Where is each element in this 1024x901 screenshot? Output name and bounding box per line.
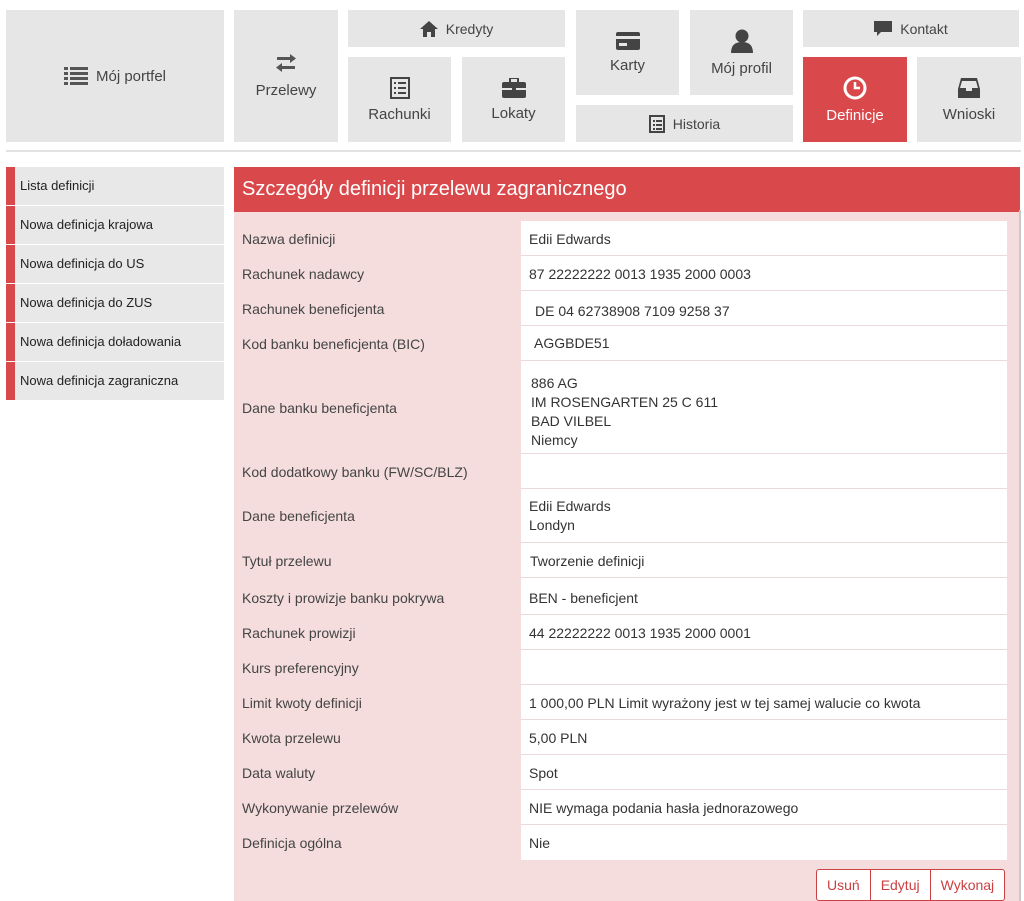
- nav-moj-profil-label: Mój profil: [711, 59, 772, 77]
- user-icon: [730, 29, 753, 53]
- detail-label: Nazwa definicji: [242, 231, 336, 247]
- detail-label: Kurs preferencyjny: [242, 660, 359, 676]
- inbox-tray-icon: [957, 77, 981, 99]
- detail-value: BEN - beneficjent: [521, 578, 1007, 615]
- detail-value: [521, 650, 1007, 685]
- detail-value: Tworzenie definicji: [521, 543, 1007, 578]
- briefcase-icon: [501, 77, 526, 98]
- detail-label: Tytuł przelewu: [242, 553, 332, 569]
- sidebar-item-nowa-definicja-do-zus[interactable]: Nowa definicja do ZUS: [6, 284, 224, 322]
- detail-row: Dane banku beneficjenta 886 AG IM ROSENG…: [234, 361, 1020, 454]
- detail-row: Limit kwoty definicji 1 000,00 PLN Limit…: [234, 685, 1020, 720]
- detail-row: Kod dodatkowy banku (FW/SC/BLZ): [234, 454, 1020, 489]
- nav-definicje[interactable]: Definicje: [803, 57, 907, 142]
- scrollbar[interactable]: [1019, 210, 1021, 901]
- detail-row: Dane beneficjenta Edii Edwards Londyn: [234, 489, 1020, 543]
- detail-value: [521, 454, 1007, 489]
- nav-historia[interactable]: Historia: [576, 105, 793, 142]
- detail-value: NIE wymaga podania hasła jednorazowego: [521, 790, 1007, 825]
- clock-icon: [843, 76, 867, 100]
- credit-card-icon: [615, 31, 640, 50]
- definition-details-panel: Szczegóły definicji przelewu zagraniczne…: [234, 167, 1020, 901]
- sidebar-item-nowa-definicja-krajowa[interactable]: Nowa definicja krajowa: [6, 206, 224, 244]
- delete-button[interactable]: Usuń: [816, 869, 871, 901]
- detail-row: Definicja ogólna Nie: [234, 825, 1020, 860]
- detail-row: Kwota przelewu 5,00 PLN: [234, 720, 1020, 755]
- panel-title: Szczegóły definicji przelewu zagraniczne…: [234, 167, 1020, 212]
- detail-row: Kurs preferencyjny: [234, 650, 1020, 685]
- transfer-arrows-icon: [275, 53, 297, 72]
- nav-wnioski[interactable]: Wnioski: [917, 57, 1021, 142]
- detail-label: Koszty i prowizje banku pokrywa: [242, 590, 445, 606]
- detail-label: Dane beneficjenta: [242, 508, 355, 524]
- nav-moj-profil[interactable]: Mój profil: [690, 10, 793, 95]
- detail-row: Koszty i prowizje banku pokrywa BEN - be…: [234, 578, 1020, 615]
- nav-karty-label: Karty: [609, 56, 645, 74]
- sidebar-item-nowa-definicja-doladowania[interactable]: Nowa definicja doładowania: [6, 323, 224, 361]
- detail-label: Rachunek beneficjenta: [242, 301, 385, 317]
- detail-row: Rachunek beneficjenta DE 04 62738908 710…: [234, 291, 1020, 326]
- detail-value: 44 22222222 0013 1935 2000 0001: [521, 615, 1007, 650]
- nav-przelewy[interactable]: Przelewy: [234, 10, 338, 142]
- list-icon: [63, 66, 88, 86]
- sidebar-item-nowa-definicja-do-us[interactable]: Nowa definicja do US: [6, 245, 224, 283]
- detail-label: Definicja ogólna: [242, 835, 342, 851]
- nav-karty[interactable]: Karty: [576, 10, 679, 95]
- nav-rachunki-label: Rachunki: [368, 105, 431, 123]
- nav-moj-portfel[interactable]: Mój portfel: [6, 10, 224, 142]
- detail-label: Rachunek nadawcy: [242, 266, 365, 282]
- home-icon: [419, 20, 438, 37]
- nav-rachunki[interactable]: Rachunki: [348, 57, 451, 142]
- detail-row: Nazwa definicji Edii Edwards: [234, 221, 1020, 256]
- action-button-group: Usuń Edytuj Wykonaj: [816, 869, 1006, 901]
- chat-bubble-icon: [874, 20, 893, 37]
- detail-label: Data waluty: [242, 765, 316, 781]
- sidebar-item-lista-definicji[interactable]: Lista definicji: [6, 167, 224, 205]
- nav-definicje-label: Definicje: [826, 106, 884, 124]
- nav-moj-portfel-label: Mój portfel: [95, 67, 167, 85]
- detail-row: Rachunek nadawcy 87 22222222 0013 1935 2…: [234, 256, 1020, 291]
- detail-label: Kod dodatkowy banku (FW/SC/BLZ): [242, 464, 468, 480]
- nav-divider: [6, 150, 1021, 152]
- detail-row: Wykonywanie przelewów NIE wymaga podania…: [234, 790, 1020, 825]
- detail-label: Limit kwoty definicji: [242, 695, 362, 711]
- detail-row: Kod banku beneficjenta (BIC) AGGBDE51: [234, 326, 1020, 361]
- detail-value: 886 AG IM ROSENGARTEN 25 C 611 BAD VILBE…: [521, 361, 1007, 454]
- detail-value: Edii Edwards Londyn: [521, 489, 1007, 543]
- execute-button[interactable]: Wykonaj: [930, 869, 1006, 901]
- detail-row: Tytuł przelewu Tworzenie definicji: [234, 543, 1020, 578]
- detail-label: Kod banku beneficjenta (BIC): [242, 336, 425, 352]
- detail-label: Rachunek prowizji: [242, 625, 356, 641]
- nav-lokaty-label: Lokaty: [491, 104, 536, 122]
- detail-label: Wykonywanie przelewów: [242, 800, 399, 816]
- detail-value: 1 000,00 PLN Limit wyrażony jest w tej s…: [521, 685, 1007, 720]
- edit-button[interactable]: Edytuj: [870, 869, 931, 901]
- detail-value: DE 04 62738908 7109 9258 37: [521, 291, 1007, 326]
- detail-row: Data waluty Spot: [234, 755, 1020, 790]
- nav-wnioski-label: Wnioski: [942, 105, 996, 123]
- detail-value: AGGBDE51: [521, 326, 1007, 361]
- detail-value: 87 22222222 0013 1935 2000 0003: [521, 256, 1007, 291]
- detail-value: Nie: [521, 825, 1007, 860]
- nav-lokaty[interactable]: Lokaty: [462, 57, 565, 142]
- nav-kontakt[interactable]: Kontakt: [803, 10, 1019, 47]
- nav-kontakt-label: Kontakt: [900, 20, 948, 37]
- detail-row: Rachunek prowizji 44 22222222 0013 1935 …: [234, 615, 1020, 650]
- nav-kredyty[interactable]: Kredyty: [348, 10, 565, 47]
- nav-historia-label: Historia: [672, 115, 721, 132]
- detail-value: 5,00 PLN: [521, 720, 1007, 755]
- document-list-icon: [389, 76, 410, 99]
- detail-value: Edii Edwards: [521, 221, 1007, 256]
- detail-label: Dane banku beneficjenta: [242, 400, 397, 416]
- history-list-icon: [648, 114, 665, 133]
- detail-value: Spot: [521, 755, 1007, 790]
- detail-label: Kwota przelewu: [242, 730, 341, 746]
- nav-kredyty-label: Kredyty: [445, 20, 494, 37]
- sidebar-item-nowa-definicja-zagraniczna[interactable]: Nowa definicja zagraniczna: [6, 362, 224, 400]
- nav-przelewy-label: Przelewy: [255, 81, 317, 99]
